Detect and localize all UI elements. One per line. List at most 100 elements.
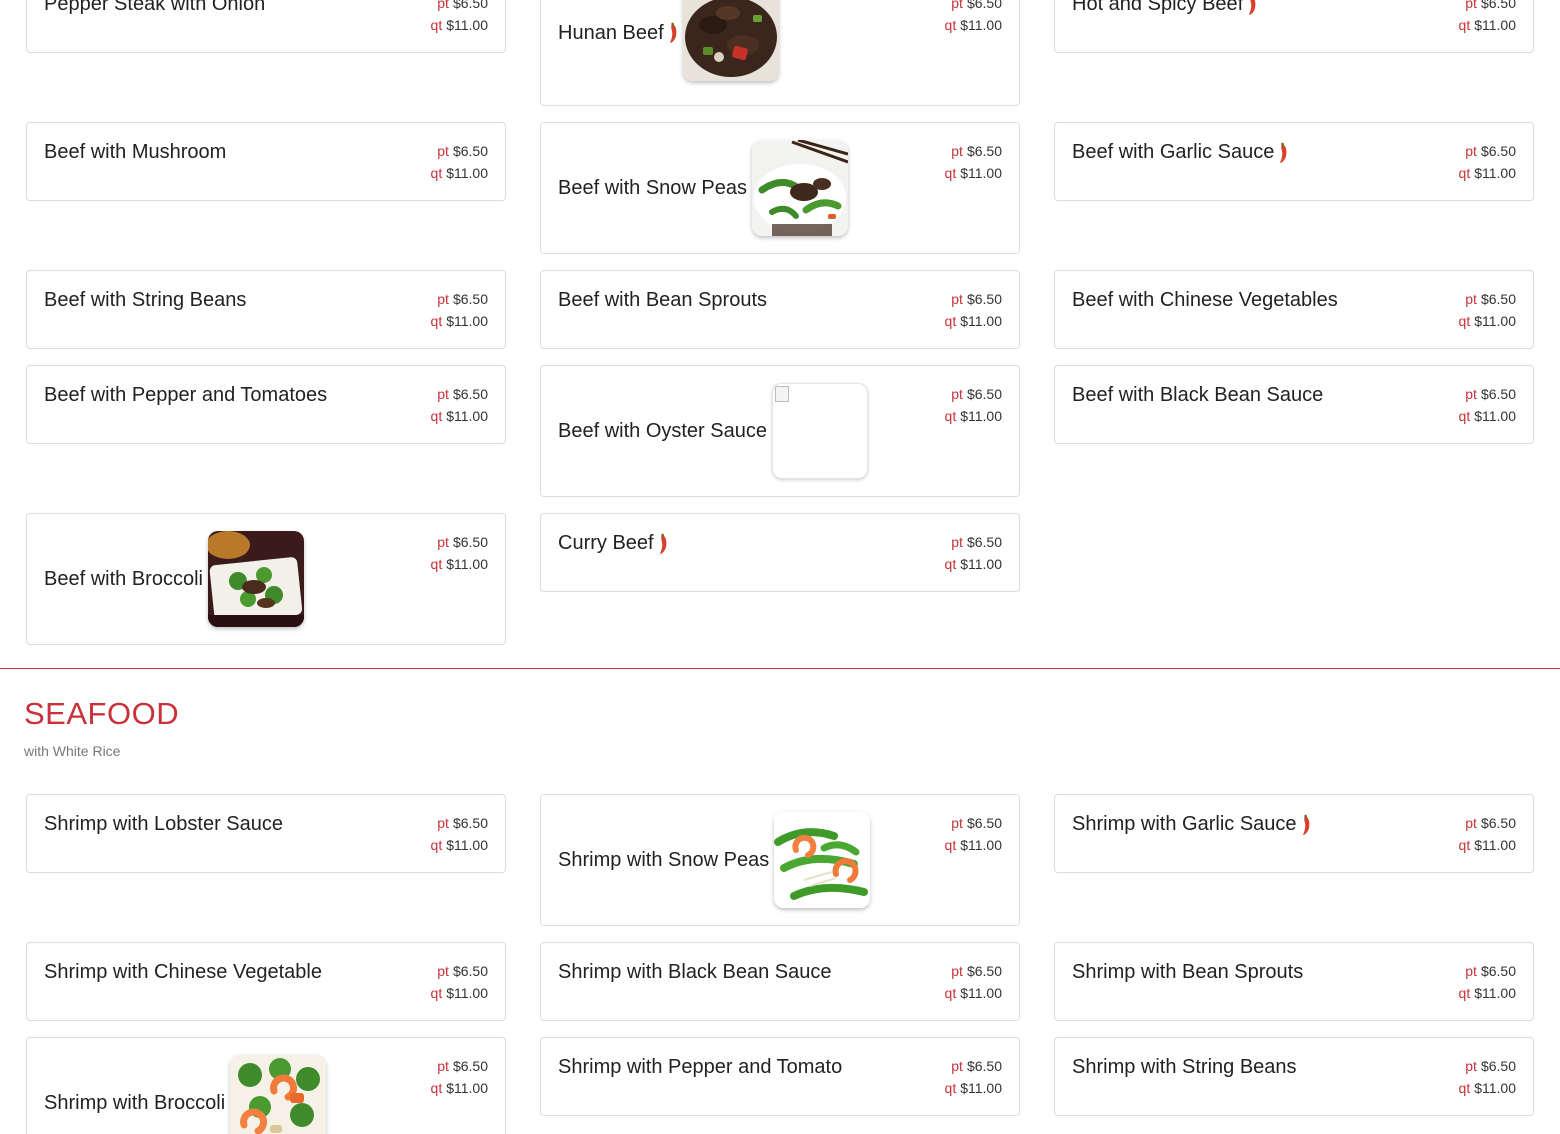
menu-item-card[interactable]: Beef with Bean Sprouts pt $6.50 qt $11.00 [540, 270, 1020, 349]
item-name: Pepper Steak with Onion [44, 0, 266, 15]
pint-label: pt [1465, 1058, 1477, 1074]
beef-snow-peas-photo[interactable] [752, 140, 848, 236]
menu-item-card[interactable]: Beef with Oyster Sauce pt $6.50 qt $11.00 [540, 365, 1020, 497]
item-prices: pt $6.50 qt $11.00 [431, 960, 488, 1004]
item-prices: pt $6.50 qt $11.00 [1459, 0, 1516, 36]
hunan-beef-photo[interactable] [682, 0, 779, 81]
quart-price: $11.00 [960, 165, 1002, 181]
item-prices: pt $6.50 qt $11.00 [431, 1055, 488, 1099]
quart-price: $11.00 [446, 165, 488, 181]
pint-price: $6.50 [452, 291, 488, 307]
menu-item-card[interactable]: Shrimp with Lobster Sauce pt $6.50 qt $11.… [26, 794, 506, 873]
item-prices: pt $6.50 qt $11.00 [1459, 288, 1516, 332]
quart-price: $11.00 [960, 17, 1002, 33]
menu-item-card[interactable]: Shrimp with Garlic Sauce pt $6.50 qt $11.0… [1054, 794, 1534, 873]
menu-item-card[interactable]: Shrimp with String Beans pt $6.50 qt $11.0… [1054, 1037, 1534, 1116]
quart-label: qt [430, 408, 443, 424]
pint-label: pt [1465, 0, 1477, 11]
shrimp-snow-peas-photo[interactable] [774, 812, 871, 908]
quart-price: $11.00 [446, 985, 488, 1001]
item-name-row: Beef with Pepper and Tomatoes [44, 384, 327, 407]
menu-item-card[interactable]: Beef with Chinese Vegetables pt $6.50 qt $… [1054, 270, 1534, 349]
menu-item-card[interactable]: Hot and Spicy Beef pt $6.50 qt $11.00 [1054, 0, 1534, 53]
menu-item-card[interactable]: Shrimp with Pepper and Tomato pt $6.50 qt… [540, 1037, 1020, 1116]
item-name: Hunan Beef [558, 21, 664, 44]
item-name-row: Hot and Spicy Beef [1072, 0, 1257, 16]
shrimp-broccoli-photo[interactable] [230, 1055, 327, 1134]
item-prices: pt $6.50 qt $11.00 [431, 383, 488, 427]
item-name: Shrimp with Lobster Sauce [44, 813, 284, 835]
quart-label: qt [430, 985, 443, 1001]
quart-price: $11.00 [446, 313, 488, 329]
pint-label: pt [437, 386, 449, 402]
menu-item-card[interactable]: Hunan Beef pt $6.50 qt $11.00 [540, 0, 1020, 106]
quart-price: $11.00 [1474, 837, 1516, 853]
quart-label: qt [1458, 1080, 1471, 1096]
item-name-row: Shrimp with Bean Sprouts [1072, 961, 1303, 984]
broken-image[interactable] [771, 383, 868, 479]
menu-item-card[interactable]: Beef with Pepper and Tomatoes pt $6.50 qt… [26, 365, 506, 444]
section-subtitle: with White Rice [24, 743, 121, 759]
menu-item-card[interactable]: Shrimp with Chinese Vegetable pt $6.50 qt… [26, 942, 506, 1021]
pint-price: $6.50 [966, 0, 1002, 11]
pint-label: pt [1465, 386, 1477, 402]
item-prices: pt $6.50 qt $11.00 [1459, 140, 1516, 184]
menu-item-card[interactable]: Beef with Snow Peas pt $6.50 qt $11.00 [540, 122, 1020, 254]
item-prices: pt $6.50 qt $11.00 [431, 531, 488, 575]
pint-price: $6.50 [966, 143, 1002, 159]
pint-label: pt [437, 534, 449, 550]
menu-item-card[interactable]: Shrimp with Snow Peas pt $6.50 qt $11.00 [540, 794, 1020, 926]
pint-label: pt [1465, 291, 1477, 307]
menu-item-card[interactable]: Shrimp with Bean Sprouts pt $6.50 qt $11.0… [1054, 942, 1534, 1021]
item-name: Beef with Chinese Vegetables [1072, 289, 1338, 311]
quart-label: qt [1458, 408, 1471, 424]
pint-label: pt [951, 143, 963, 159]
beef-broccoli-photo[interactable] [207, 531, 304, 627]
item-name-row: Beef with Chinese Vegetables [1072, 289, 1338, 312]
quart-label: qt [944, 408, 957, 424]
quart-label: qt [944, 313, 957, 329]
pint-price: $6.50 [452, 143, 488, 159]
item-prices: pt $6.50 qt $11.00 [945, 531, 1002, 575]
item-name-row: Shrimp with Snow Peas [558, 812, 871, 908]
item-name-row: Pepper Steak with Onion [44, 0, 265, 16]
menu-item-card[interactable]: Curry Beef pt $6.50 qt $11.00 [540, 513, 1020, 592]
section-divider [0, 668, 1560, 669]
pint-price: $6.50 [966, 291, 1002, 307]
menu-item-card[interactable]: Beef with Broccoli pt $6.50 qt $11.00 [26, 513, 506, 645]
item-name: Beef with Bean Sprouts [558, 289, 768, 311]
menu-item-card[interactable]: Pepper Steak with Onion pt $6.50 qt $11.00 [26, 0, 506, 53]
menu-item-card[interactable]: Beef with Garlic Sauce pt $6.50 qt $11.00 [1054, 122, 1534, 201]
quart-label: qt [1458, 985, 1471, 1001]
pint-label: pt [437, 143, 449, 159]
pint-price: $6.50 [1480, 291, 1516, 307]
item-name: Shrimp with Bean Sprouts [1072, 961, 1304, 983]
item-name: Beef with String Beans [44, 289, 247, 311]
pint-price: $6.50 [452, 0, 488, 11]
pint-price: $6.50 [452, 534, 488, 550]
pint-label: pt [951, 815, 963, 831]
quart-label: qt [944, 1080, 957, 1096]
quart-price: $11.00 [1474, 1080, 1516, 1096]
quart-label: qt [944, 985, 957, 1001]
pint-price: $6.50 [1480, 1058, 1516, 1074]
pint-price: $6.50 [1480, 386, 1516, 402]
item-name: Shrimp with Pepper and Tomato [558, 1056, 843, 1078]
menu-item-card[interactable]: Shrimp with Black Bean Sauce pt $6.50 qt $… [540, 942, 1020, 1021]
item-name-row: Hunan Beef [558, 0, 779, 81]
item-name-row: Beef with Bean Sprouts [558, 289, 767, 312]
pint-label: pt [437, 815, 449, 831]
menu-item-card[interactable]: Beef with String Beans pt $6.50 qt $11.00 [26, 270, 506, 349]
pint-label: pt [951, 386, 963, 402]
item-prices: pt $6.50 qt $11.00 [945, 383, 1002, 427]
menu-item-card[interactable]: Beef with Mushroom pt $6.50 qt $11.00 [26, 122, 506, 201]
item-name-row: Shrimp with Pepper and Tomato [558, 1056, 842, 1079]
item-name-row: Beef with Garlic Sauce [1072, 141, 1288, 164]
pint-price: $6.50 [966, 386, 1002, 402]
quart-price: $11.00 [1474, 985, 1516, 1001]
item-prices: pt $6.50 qt $11.00 [945, 960, 1002, 1004]
menu-item-card[interactable]: Beef with Black Bean Sauce pt $6.50 qt $11… [1054, 365, 1534, 444]
chili-spicy-icon [1301, 814, 1311, 836]
menu-item-card[interactable]: Shrimp with Broccoli pt $6.50 qt $11.00 [26, 1037, 506, 1134]
item-name: Beef with Oyster Sauce [558, 419, 767, 442]
